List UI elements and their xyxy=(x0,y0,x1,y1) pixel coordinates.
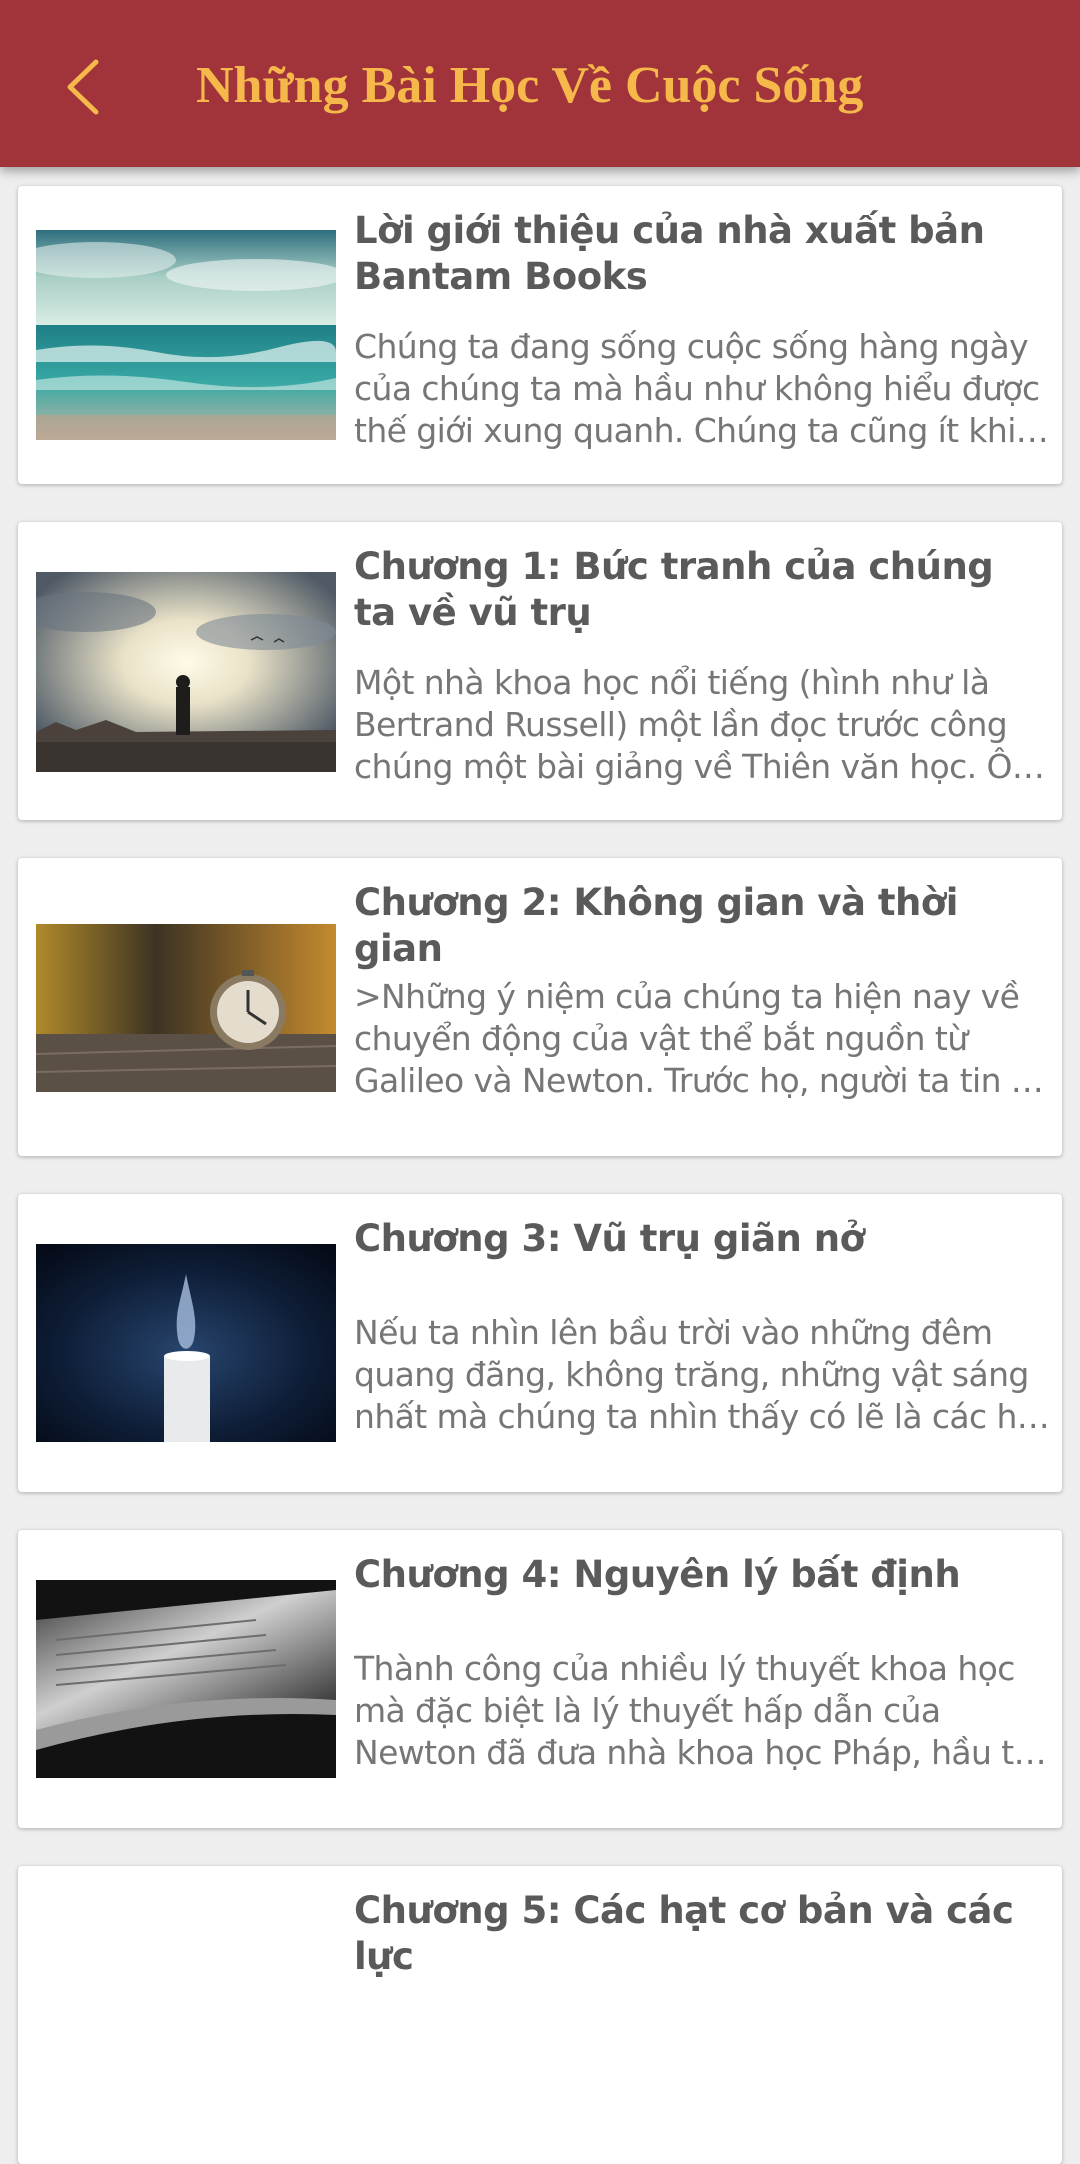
chapter-card[interactable]: Chương 2: Không gian và thời gian >Những… xyxy=(18,858,1062,1156)
chapter-card[interactable]: Chương 3: Vũ trụ giãn nở Nếu ta nhìn lên… xyxy=(18,1194,1062,1492)
open-book-image xyxy=(36,1580,336,1778)
chapter-title: Chương 1: Bức tranh của chúng ta về vũ t… xyxy=(354,545,994,634)
chapter-description: Một nhà khoa học nổi tiếng (hình như là … xyxy=(354,663,1045,786)
chapter-title: Chương 4: Nguyên lý bất định xyxy=(354,1553,961,1596)
chapter-title: Chương 3: Vũ trụ giãn nở xyxy=(354,1217,865,1260)
candle-flame-image xyxy=(36,1244,336,1442)
app-bar: Những Bài Học Về Cuộc Sống xyxy=(0,0,1080,167)
chapter-title: Chương 5: Các hạt cơ bản và các lực xyxy=(354,1889,1014,1978)
chapter-title: Chương 2: Không gian và thời gian xyxy=(354,881,958,970)
chapter-title: Lời giới thiệu của nhà xuất bản Bantam B… xyxy=(354,209,985,298)
chapter-description: Thành công của nhiều lý thuyết khoa học … xyxy=(354,1649,1047,1772)
silhouette-sky-image xyxy=(36,572,336,772)
ocean-waves-image xyxy=(36,230,336,440)
chapter-card[interactable]: Lời giới thiệu của nhà xuất bản Bantam B… xyxy=(18,186,1062,484)
page-title: Những Bài Học Về Cuộc Sống xyxy=(196,57,864,114)
chapter-card[interactable]: Chương 1: Bức tranh của chúng ta về vũ t… xyxy=(18,522,1062,820)
back-button[interactable] xyxy=(52,42,142,132)
chapter-description: >Những ý niệm của chúng ta hiện nay về c… xyxy=(354,977,1044,1100)
chapter-description: Nếu ta nhìn lên bầu trời vào những đêm q… xyxy=(354,1313,1050,1436)
chevron-left-icon xyxy=(67,59,99,115)
chapter-description: Chúng ta đang sống cuộc sống hàng ngày c… xyxy=(354,327,1040,450)
alarm-clock-image xyxy=(36,924,336,1092)
chapter-card[interactable]: Chương 5: Các hạt cơ bản và các lực xyxy=(18,1866,1062,2164)
chapter-card[interactable]: Chương 4: Nguyên lý bất định Thành công … xyxy=(18,1530,1062,1828)
